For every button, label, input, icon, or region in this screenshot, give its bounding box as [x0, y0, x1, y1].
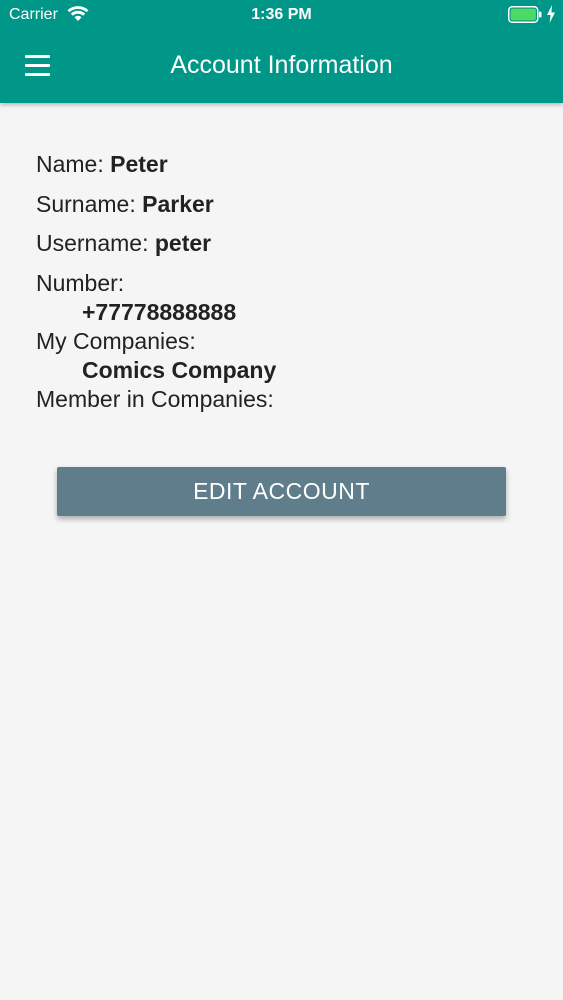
- username-value: peter: [154, 230, 212, 256]
- app-header: Carrier 1:36 PM Account Information: [0, 0, 563, 103]
- number-label: Number:: [36, 269, 125, 296]
- surname-value: Parker: [142, 190, 214, 217]
- charging-icon: [547, 5, 555, 23]
- my-companies-row: My Companies: Comics Company: [36, 327, 536, 385]
- username-row: Username: peter: [36, 229, 536, 269]
- number-row: Number: +77778888888: [36, 269, 536, 327]
- my-company-item: Comics Company: [82, 356, 277, 383]
- battery-icon: [508, 6, 542, 23]
- page-title: Account Information: [170, 51, 393, 79]
- name-row: Name: Peter: [36, 150, 536, 190]
- username-label: Username:: [36, 230, 149, 256]
- surname-label: Surname:: [36, 190, 136, 217]
- status-time: 1:36 PM: [251, 6, 312, 23]
- member-in-companies-label: Member in Companies:: [36, 385, 274, 412]
- name-label: Name:: [36, 151, 104, 177]
- surname-row: Surname: Parker: [36, 190, 536, 230]
- my-companies-label: My Companies:: [36, 327, 196, 354]
- number-value: +77778888888: [82, 298, 237, 325]
- status-bar: Carrier 1:36 PM: [0, 0, 563, 30]
- name-value: Peter: [110, 151, 168, 177]
- account-details: Name: Peter Surname: Parker Username: pe…: [36, 150, 536, 424]
- edit-account-button[interactable]: EDIT ACCOUNT: [57, 467, 506, 516]
- member-in-companies-row: Member in Companies:: [36, 385, 536, 425]
